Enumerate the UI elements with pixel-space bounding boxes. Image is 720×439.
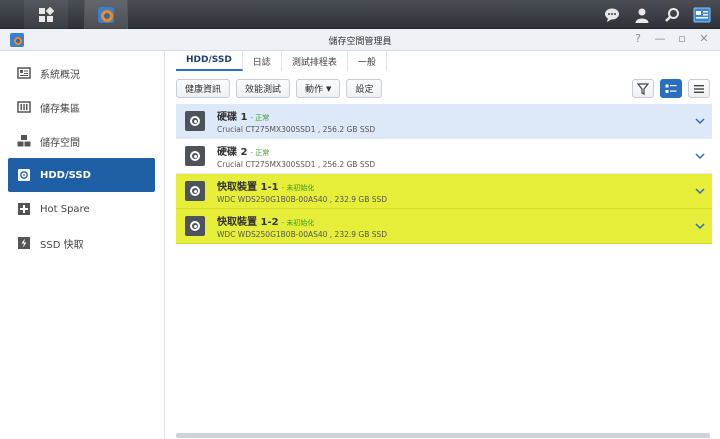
- chevron-down-icon[interactable]: [694, 115, 706, 127]
- sidebar-item-label: 儲存集區: [40, 103, 80, 115]
- disk-status: - 未初始化: [281, 219, 315, 227]
- window-controls: ? — ▫ ✕: [632, 32, 710, 45]
- sidebar-item-ssd-cache[interactable]: SSD 快取: [8, 226, 155, 260]
- view-controls: [632, 79, 710, 98]
- settings-button[interactable]: 設定: [346, 79, 383, 98]
- chat-button[interactable]: [602, 5, 622, 25]
- sidebar-item-label: Hot Spare: [40, 203, 90, 215]
- tab-log[interactable]: 日誌: [243, 51, 282, 71]
- disk-name: 快取裝置 1-1: [217, 182, 279, 193]
- action-label: 動作: [305, 85, 324, 95]
- disk-name: 硬碟 2: [217, 147, 248, 158]
- maximize-icon[interactable]: ▫: [676, 32, 688, 45]
- disk-description: WDC WDS250G1B0B-00AS40 , 232.9 GB SSD: [217, 230, 388, 239]
- disk-list: 硬碟 1- 正常 Crucial CT275MX300SSD1 , 256.2 …: [176, 104, 712, 244]
- tab-bar: HDD/SSD 日誌 測試排程表 一般: [176, 51, 387, 71]
- caret-down-icon: ▼: [326, 84, 332, 93]
- list-view-button[interactable]: [688, 79, 710, 98]
- window-titlebar[interactable]: 儲存空間管理員 ? — ▫ ✕: [0, 29, 720, 51]
- disk-row[interactable]: 硬碟 2- 正常 Crucial CT275MX300SSD1 , 256.2 …: [176, 139, 712, 174]
- minimize-icon[interactable]: —: [654, 32, 666, 45]
- action-dropdown[interactable]: 動作 ▼: [296, 79, 341, 98]
- disk-row[interactable]: 快取裝置 1-2- 未初始化 WDC WDS250G1B0B-00AS40 , …: [176, 209, 712, 244]
- disk-row[interactable]: 快取裝置 1-1- 未初始化 WDC WDS250G1B0B-00AS40 , …: [176, 174, 712, 209]
- detail-view-button[interactable]: [660, 79, 682, 98]
- disk-description: WDC WDS250G1B0B-00AS40 , 232.9 GB SSD: [217, 195, 388, 204]
- widgets-icon: [693, 7, 711, 22]
- main-menu-button[interactable]: [24, 0, 68, 29]
- disk-description: Crucial CT275MX300SSD1 , 256.2 GB SSD: [217, 160, 376, 169]
- disk-name: 硬碟 1: [217, 112, 248, 123]
- storage-pool-icon: [16, 99, 32, 115]
- hdd-icon: [16, 167, 32, 183]
- sidebar-item-hdd-ssd[interactable]: HDD/SSD: [8, 158, 155, 192]
- list-icon: [694, 84, 704, 93]
- chevron-down-icon[interactable]: [694, 150, 706, 162]
- disk-status: - 正常: [250, 149, 270, 157]
- filter-button[interactable]: [632, 79, 654, 98]
- taskbar-app-storage-manager[interactable]: [84, 0, 128, 29]
- hdd-icon: [185, 146, 205, 166]
- ssd-cache-icon: [16, 235, 32, 251]
- disk-description: Crucial CT275MX300SSD1 , 256.2 GB SSD: [217, 125, 376, 134]
- tab-general[interactable]: 一般: [348, 51, 387, 71]
- horizontal-scrollbar[interactable]: [176, 433, 710, 438]
- sidebar-item-volume[interactable]: 儲存空間: [8, 124, 155, 158]
- sidebar-item-hot-spare[interactable]: Hot Spare: [8, 192, 155, 226]
- user-icon: [635, 8, 649, 23]
- user-button[interactable]: [632, 5, 652, 25]
- disk-name: 快取裝置 1-2: [217, 217, 279, 228]
- disk-row[interactable]: 硬碟 1- 正常 Crucial CT275MX300SSD1 , 256.2 …: [176, 104, 712, 139]
- search-icon: [665, 7, 679, 22]
- hdd-icon: [185, 111, 205, 131]
- taskbar-tray: [602, 0, 712, 29]
- window-title: 儲存空間管理員: [328, 37, 392, 47]
- main-panel: HDD/SSD 日誌 測試排程表 一般 健康資訊 效能測試 動作 ▼ 設定 硬碟…: [166, 51, 720, 439]
- sidebar-item-label: 儲存空間: [40, 137, 80, 149]
- chevron-down-icon[interactable]: [694, 220, 706, 232]
- disk-status: - 未初始化: [281, 184, 315, 192]
- hot-spare-icon: [16, 201, 32, 217]
- hdd-icon: [185, 216, 205, 236]
- sidebar-item-storage-pool[interactable]: 儲存集區: [8, 90, 155, 124]
- tab-hdd-ssd[interactable]: HDD/SSD: [176, 51, 243, 71]
- storage-manager-icon: [98, 6, 114, 23]
- disk-status: - 正常: [250, 114, 270, 122]
- search-button[interactable]: [662, 5, 682, 25]
- sidebar-item-label: 系統概況: [40, 69, 80, 81]
- overview-icon: [16, 65, 32, 81]
- close-icon[interactable]: ✕: [698, 32, 710, 45]
- volume-icon: [16, 133, 32, 149]
- health-info-button[interactable]: 健康資訊: [176, 79, 231, 98]
- grid-icon: [39, 6, 54, 22]
- hdd-icon: [185, 181, 205, 201]
- chat-icon: [605, 8, 619, 22]
- tab-test-schedule[interactable]: 測試排程表: [282, 51, 348, 71]
- toolbar: 健康資訊 效能測試 動作 ▼ 設定: [176, 79, 383, 99]
- sidebar: 系統概況 儲存集區 儲存空間 HDD/SSD Hot Spare SSD 快取: [0, 51, 165, 439]
- sidebar-item-label: HDD/SSD: [40, 169, 91, 181]
- detail-list-icon: [665, 84, 677, 93]
- taskbar: [0, 0, 720, 29]
- filter-icon: [637, 82, 649, 95]
- chevron-down-icon[interactable]: [694, 185, 706, 197]
- benchmark-button[interactable]: 效能測試: [236, 79, 291, 98]
- widgets-button[interactable]: [692, 5, 712, 25]
- sidebar-item-overview[interactable]: 系統概況: [8, 56, 155, 90]
- help-icon[interactable]: ?: [632, 32, 644, 45]
- sidebar-item-label: SSD 快取: [40, 239, 84, 251]
